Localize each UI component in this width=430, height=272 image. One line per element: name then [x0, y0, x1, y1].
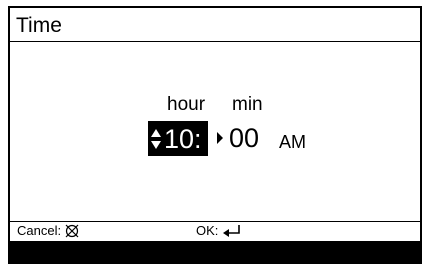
cancel-hint[interactable]: Cancel:	[17, 222, 79, 240]
time-setting-screen: Time hour min 10: 00 AM Cancel: OK:	[0, 0, 430, 272]
ampm-field[interactable]: AM	[279, 132, 306, 152]
cancel-label: Cancel:	[17, 223, 62, 238]
hour-value: 10:	[164, 123, 202, 154]
ok-hint[interactable]: OK:	[196, 222, 242, 240]
title-divider	[10, 41, 422, 42]
cancel-x-circle-icon	[65, 224, 79, 238]
page-title: Time	[16, 14, 62, 37]
ok-label: OK:	[196, 223, 219, 238]
status-bar	[10, 241, 420, 262]
hour-field[interactable]: 10:	[148, 121, 208, 156]
minute-column-label: min	[232, 94, 263, 115]
enter-return-icon	[223, 225, 241, 237]
minute-field[interactable]: 00	[229, 121, 259, 156]
hour-column-label: hour	[167, 94, 206, 115]
up-down-arrows-icon	[151, 128, 161, 149]
right-triangle-arrow-icon	[217, 132, 223, 144]
